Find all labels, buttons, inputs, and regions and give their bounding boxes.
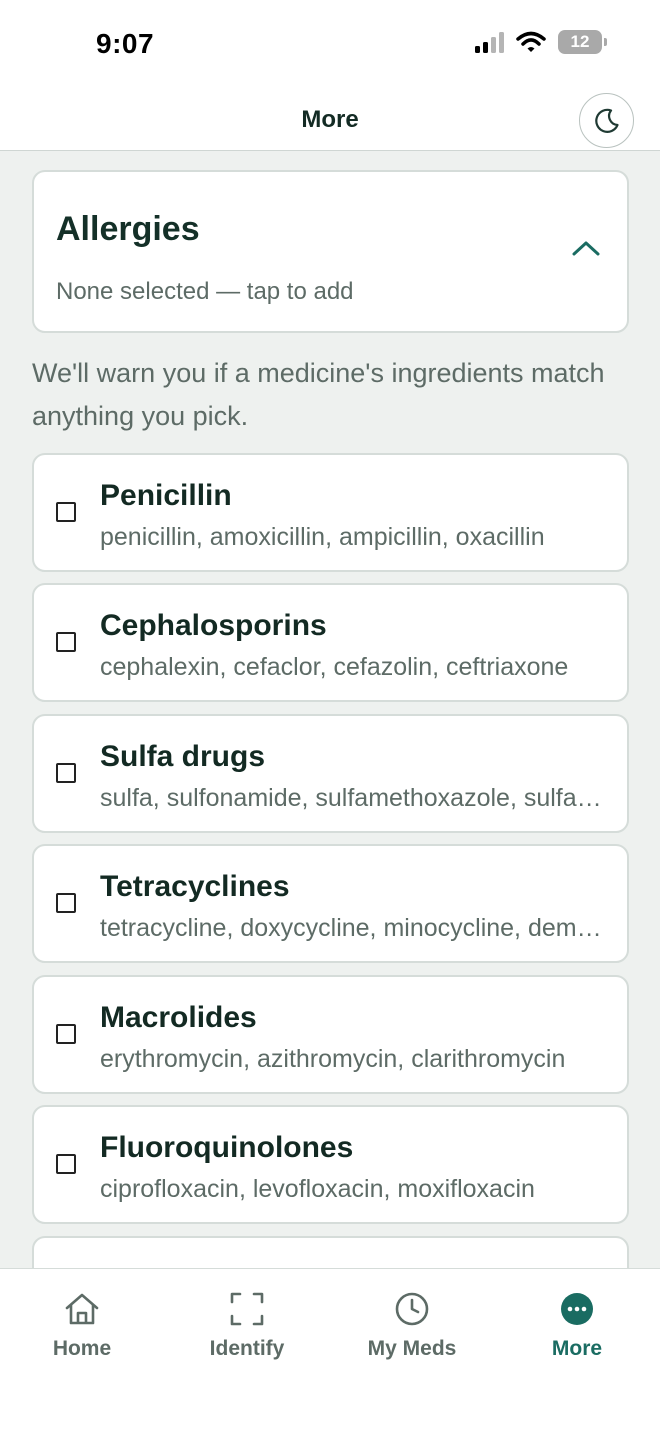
allergy-item-ingredients: penicillin, amoxicillin, ampicillin, oxa… <box>100 523 545 551</box>
allergy-item-title: Tetracyclines <box>100 870 290 903</box>
checkbox[interactable] <box>56 502 76 522</box>
allergy-item-fluoroquinolones[interactable]: Fluoroquinolones ciprofloxacin, levoflox… <box>32 1105 629 1224</box>
allergy-item-title: Macrolides <box>100 1001 257 1034</box>
allergy-item-partial[interactable] <box>32 1236 629 1268</box>
clock-icon <box>392 1289 432 1329</box>
cellular-signal-icon <box>475 31 504 53</box>
checkbox[interactable] <box>56 893 76 913</box>
allergy-item-cephalosporins[interactable]: Cephalosporins cephalexin, cefaclor, cef… <box>32 583 629 702</box>
allergy-item-ingredients: erythromycin, azithromycin, clarithromyc… <box>100 1045 566 1073</box>
allergy-item-ingredients: sulfa, sulfonamide, sulfamethoxazole, su… <box>100 784 610 812</box>
scan-icon <box>227 1289 267 1329</box>
allergies-title: Allergies <box>56 210 200 248</box>
allergy-item-ingredients: ciprofloxacin, levofloxacin, moxifloxaci… <box>100 1175 535 1203</box>
allergy-item-macrolides[interactable]: Macrolides erythromycin, azithromycin, c… <box>32 975 629 1094</box>
tab-identify[interactable]: Identify <box>182 1289 312 1361</box>
tab-label: Identify <box>209 1337 285 1360</box>
allergy-item-title: Penicillin <box>100 479 232 512</box>
status-bar: 9:07 12 <box>0 0 660 88</box>
allergy-item-penicillin[interactable]: Penicillin penicillin, amoxicillin, ampi… <box>32 453 629 572</box>
allergy-item-sulfa-drugs[interactable]: Sulfa drugs sulfa, sulfonamide, sulfamet… <box>32 714 629 833</box>
allergies-subtitle: None selected — tap to add <box>56 278 354 305</box>
moon-icon <box>594 108 619 133</box>
more-icon <box>557 1289 597 1329</box>
allergy-item-title: Fluoroquinolones <box>100 1131 354 1164</box>
tab-bar: Home Identify My Meds More <box>0 1268 660 1431</box>
status-icons: 12 <box>475 30 607 54</box>
theme-toggle-button[interactable] <box>579 93 634 148</box>
wifi-icon <box>516 31 546 52</box>
battery-icon: 12 <box>558 30 607 54</box>
tab-more[interactable]: More <box>512 1289 642 1361</box>
content-scroll[interactable]: Allergies None selected — tap to add We'… <box>0 152 660 1268</box>
chevron-up-icon[interactable] <box>571 238 601 258</box>
allergies-card[interactable]: Allergies None selected — tap to add <box>32 170 629 333</box>
allergy-item-title: Cephalosporins <box>100 609 327 642</box>
checkbox[interactable] <box>56 632 76 652</box>
tab-label: My Meds <box>367 1337 457 1360</box>
checkbox[interactable] <box>56 1154 76 1174</box>
checkbox[interactable] <box>56 1024 76 1044</box>
battery-level: 12 <box>570 32 590 51</box>
home-icon <box>62 1289 102 1329</box>
tab-home[interactable]: Home <box>17 1289 147 1361</box>
allergy-item-ingredients: cephalexin, cefaclor, cefazolin, ceftria… <box>100 653 569 681</box>
status-time: 9:07 <box>96 28 155 59</box>
allergy-item-title: Sulfa drugs <box>100 740 266 773</box>
header: More <box>0 88 660 151</box>
checkbox[interactable] <box>56 763 76 783</box>
allergy-item-ingredients: tetracycline, doxycycline, minocycline, … <box>100 914 610 942</box>
allergies-helper-text: We'll warn you if a medicine's ingredien… <box>32 358 605 431</box>
tab-label: Home <box>52 1337 112 1360</box>
tab-my-meds[interactable]: My Meds <box>347 1289 477 1361</box>
allergy-item-tetracyclines[interactable]: Tetracyclines tetracycline, doxycycline,… <box>32 844 629 963</box>
tab-label: More <box>551 1337 603 1360</box>
page-title: More <box>301 106 359 133</box>
